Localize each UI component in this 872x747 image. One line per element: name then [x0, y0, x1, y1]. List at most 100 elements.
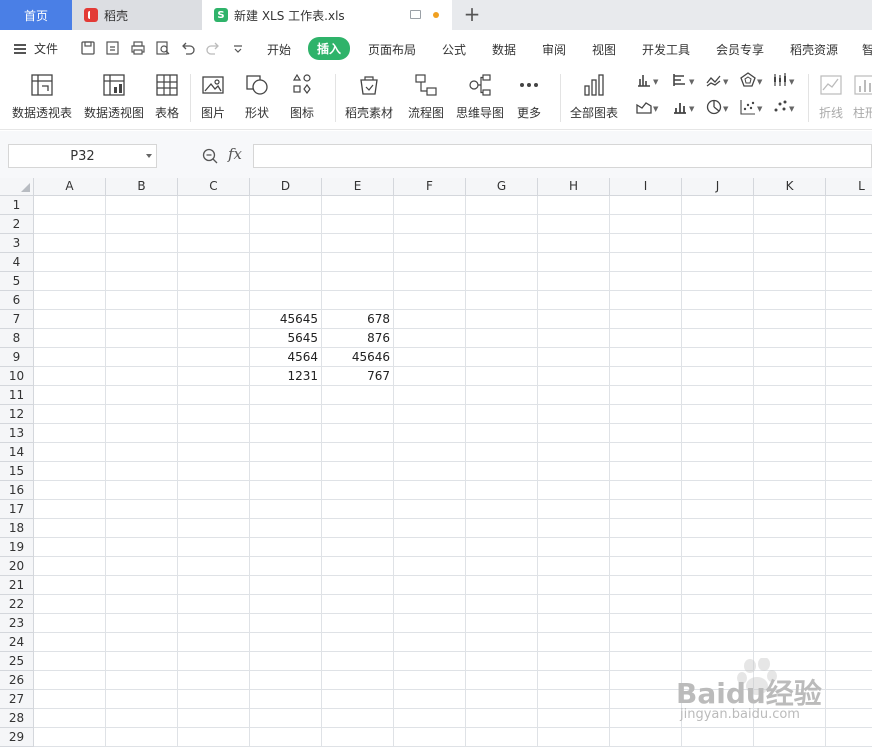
- cell-l21[interactable]: [826, 576, 872, 595]
- redo-icon[interactable]: [205, 40, 221, 56]
- cell-l9[interactable]: [826, 348, 872, 367]
- cell-k13[interactable]: [754, 424, 826, 443]
- cell-g27[interactable]: [466, 690, 538, 709]
- print-icon[interactable]: [130, 40, 146, 56]
- save-icon[interactable]: [80, 40, 96, 56]
- cell-h11[interactable]: [538, 386, 610, 405]
- cell-h23[interactable]: [538, 614, 610, 633]
- cell-f27[interactable]: [394, 690, 466, 709]
- cell-h16[interactable]: [538, 481, 610, 500]
- cell-a5[interactable]: [34, 272, 106, 291]
- cell-i4[interactable]: [610, 253, 682, 272]
- cell-k18[interactable]: [754, 519, 826, 538]
- cell-k29[interactable]: [754, 728, 826, 747]
- shape-button[interactable]: 形状: [244, 72, 270, 121]
- cell-a23[interactable]: [34, 614, 106, 633]
- cell-d13[interactable]: [250, 424, 322, 443]
- cell-f5[interactable]: [394, 272, 466, 291]
- cell-f25[interactable]: [394, 652, 466, 671]
- cell-i22[interactable]: [610, 595, 682, 614]
- cell-e21[interactable]: [322, 576, 394, 595]
- cell-f7[interactable]: [394, 310, 466, 329]
- cell-d8[interactable]: 5645: [250, 329, 322, 348]
- cell-l29[interactable]: [826, 728, 872, 747]
- cell-f26[interactable]: [394, 671, 466, 690]
- cell-a25[interactable]: [34, 652, 106, 671]
- cell-c21[interactable]: [178, 576, 250, 595]
- cell-c22[interactable]: [178, 595, 250, 614]
- sparkline-line-button[interactable]: 折线: [818, 72, 844, 121]
- row-header-13[interactable]: 13: [0, 424, 34, 443]
- cell-d10[interactable]: 1231: [250, 367, 322, 386]
- cell-c29[interactable]: [178, 728, 250, 747]
- cell-e3[interactable]: [322, 234, 394, 253]
- cell-k9[interactable]: [754, 348, 826, 367]
- cell-i1[interactable]: [610, 196, 682, 215]
- chevron-down-icon[interactable]: [146, 154, 152, 158]
- cell-l20[interactable]: [826, 557, 872, 576]
- menu-developer[interactable]: 开发工具: [642, 41, 690, 58]
- cell-g8[interactable]: [466, 329, 538, 348]
- cell-d20[interactable]: [250, 557, 322, 576]
- cell-e13[interactable]: [322, 424, 394, 443]
- cell-f9[interactable]: [394, 348, 466, 367]
- cell-a12[interactable]: [34, 405, 106, 424]
- cell-c11[interactable]: [178, 386, 250, 405]
- cell-d18[interactable]: [250, 519, 322, 538]
- cell-l7[interactable]: [826, 310, 872, 329]
- cell-c7[interactable]: [178, 310, 250, 329]
- cell-b8[interactable]: [106, 329, 178, 348]
- cell-g22[interactable]: [466, 595, 538, 614]
- cell-h15[interactable]: [538, 462, 610, 481]
- cell-a22[interactable]: [34, 595, 106, 614]
- cell-g15[interactable]: [466, 462, 538, 481]
- menu-insert[interactable]: 插入: [308, 37, 351, 60]
- cell-l17[interactable]: [826, 500, 872, 519]
- cell-g18[interactable]: [466, 519, 538, 538]
- cell-h10[interactable]: [538, 367, 610, 386]
- cell-b13[interactable]: [106, 424, 178, 443]
- cell-e7[interactable]: 678: [322, 310, 394, 329]
- scatter-chart-button[interactable]: ▼: [740, 99, 762, 117]
- cell-b28[interactable]: [106, 709, 178, 728]
- row-header-9[interactable]: 9: [0, 348, 34, 367]
- cell-k16[interactable]: [754, 481, 826, 500]
- radar-chart-button[interactable]: ▼: [740, 72, 762, 90]
- cell-j21[interactable]: [682, 576, 754, 595]
- cell-g17[interactable]: [466, 500, 538, 519]
- column-header-b[interactable]: B: [106, 178, 178, 196]
- cell-l11[interactable]: [826, 386, 872, 405]
- cell-e29[interactable]: [322, 728, 394, 747]
- cell-a8[interactable]: [34, 329, 106, 348]
- cell-f4[interactable]: [394, 253, 466, 272]
- area-chart-button[interactable]: ▼: [636, 99, 658, 117]
- cell-j19[interactable]: [682, 538, 754, 557]
- cell-c2[interactable]: [178, 215, 250, 234]
- cell-d27[interactable]: [250, 690, 322, 709]
- row-header-27[interactable]: 27: [0, 690, 34, 709]
- cell-i9[interactable]: [610, 348, 682, 367]
- column-header-a[interactable]: A: [34, 178, 106, 196]
- cell-g7[interactable]: [466, 310, 538, 329]
- cell-f3[interactable]: [394, 234, 466, 253]
- table-button[interactable]: 表格: [154, 72, 180, 121]
- cell-b4[interactable]: [106, 253, 178, 272]
- cell-b15[interactable]: [106, 462, 178, 481]
- cell-d19[interactable]: [250, 538, 322, 557]
- cell-b22[interactable]: [106, 595, 178, 614]
- cell-f16[interactable]: [394, 481, 466, 500]
- cell-l16[interactable]: [826, 481, 872, 500]
- cell-i11[interactable]: [610, 386, 682, 405]
- cell-b10[interactable]: [106, 367, 178, 386]
- cell-c23[interactable]: [178, 614, 250, 633]
- cell-c18[interactable]: [178, 519, 250, 538]
- cell-h2[interactable]: [538, 215, 610, 234]
- cell-g12[interactable]: [466, 405, 538, 424]
- cell-j16[interactable]: [682, 481, 754, 500]
- menu-view[interactable]: 视图: [592, 41, 616, 58]
- cell-j3[interactable]: [682, 234, 754, 253]
- row-header-14[interactable]: 14: [0, 443, 34, 462]
- cell-i18[interactable]: [610, 519, 682, 538]
- cell-b2[interactable]: [106, 215, 178, 234]
- row-header-29[interactable]: 29: [0, 728, 34, 747]
